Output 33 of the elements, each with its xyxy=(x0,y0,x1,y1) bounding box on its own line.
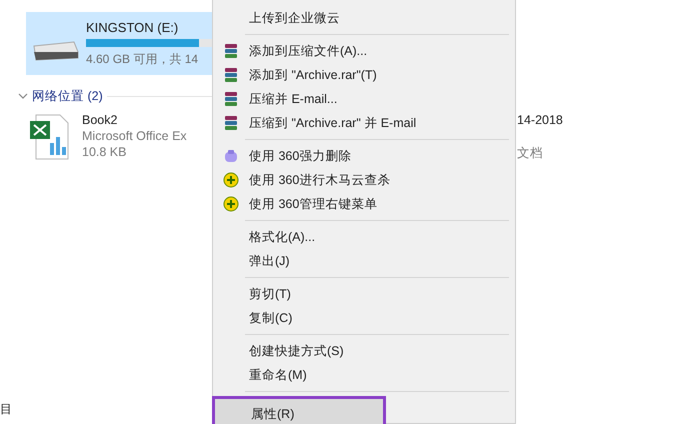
section-header[interactable]: 网络位置 (2) xyxy=(32,88,103,104)
menu-item[interactable]: 压缩到 "Archive.rar" 并 E-mail xyxy=(213,111,515,135)
file-type: 文档 xyxy=(517,145,544,162)
file-size: 10.8 KB xyxy=(82,145,128,159)
menu-item[interactable]: 格式化(A)... xyxy=(213,225,515,249)
book-stack-icon xyxy=(223,115,239,131)
menu-item[interactable]: 上传到企业微云 xyxy=(213,6,515,30)
book-stack-icon xyxy=(223,91,239,107)
menu-item[interactable]: 创建快捷方式(S) xyxy=(213,339,515,363)
file-date: 14-2018 xyxy=(517,113,564,127)
plus-circle-icon xyxy=(223,196,239,212)
menu-item[interactable]: 弹出(J) xyxy=(213,249,515,273)
eraser-icon xyxy=(223,148,239,164)
menu-item[interactable]: 使用 360强力删除 xyxy=(213,144,515,168)
menu-item[interactable]: 使用 360管理右键菜单 xyxy=(213,192,515,216)
plus-circle-icon xyxy=(223,172,239,188)
menu-item[interactable]: 剪切(T) xyxy=(213,282,515,306)
menu-item[interactable]: 添加到 "Archive.rar"(T) xyxy=(213,63,515,87)
status-text: 目 xyxy=(0,401,13,418)
drive-name: KINGSTON (E:) xyxy=(86,20,180,34)
book-stack-icon xyxy=(223,43,239,59)
menu-item[interactable]: 使用 360进行木马云查杀 xyxy=(213,168,515,192)
drive-item[interactable]: KINGSTON (E:) 4.60 GB 可用，共 14 xyxy=(26,12,212,75)
drive-free-space: 4.60 GB 可用，共 14 xyxy=(86,50,200,68)
file-type: Microsoft Office Ex xyxy=(82,129,187,143)
menu-item[interactable]: 重命名(M) xyxy=(213,363,515,387)
book-stack-icon xyxy=(223,67,239,83)
menu-item[interactable]: 属性(R) xyxy=(212,396,386,424)
file-name: Book2 xyxy=(82,113,118,127)
menu-item[interactable]: 压缩并 E-mail... xyxy=(213,87,515,111)
chevron-icon[interactable] xyxy=(18,91,28,101)
menu-item[interactable]: 复制(C) xyxy=(213,306,515,330)
menu-item[interactable]: 添加到压缩文件(A)... xyxy=(213,39,515,63)
